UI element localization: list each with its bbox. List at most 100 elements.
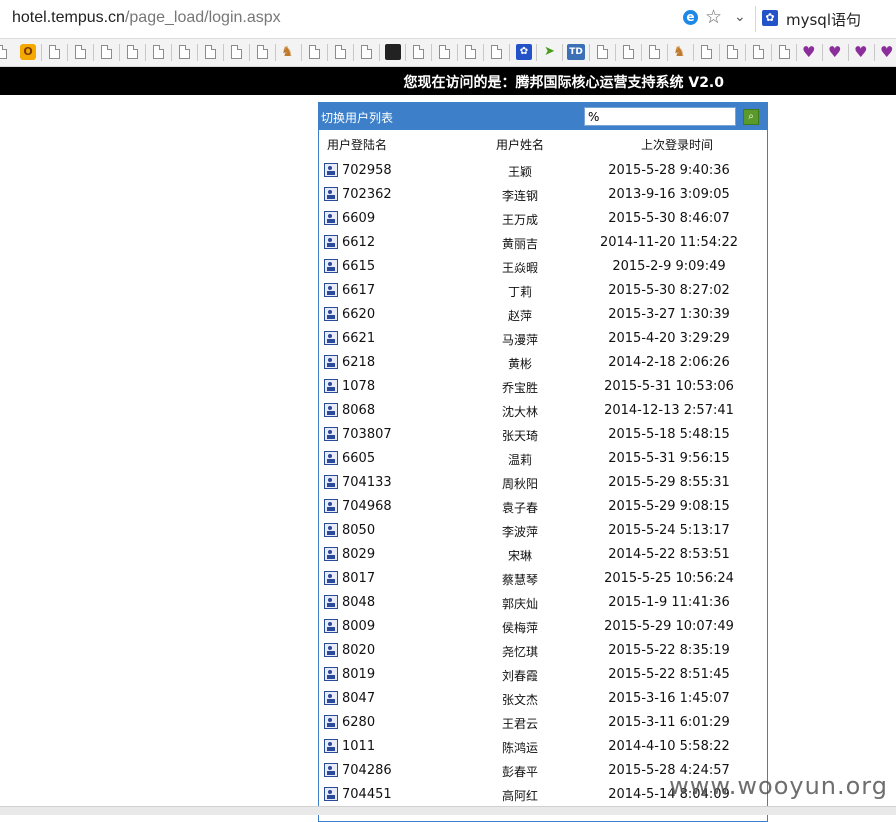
user-login[interactable]: 704451 <box>342 787 392 802</box>
user-icon[interactable] <box>324 571 338 585</box>
user-icon[interactable] <box>324 499 338 513</box>
user-login[interactable]: 8047 <box>342 691 375 706</box>
bookmark-page-icon[interactable] <box>465 45 476 59</box>
search-box[interactable]: mysql语句 <box>786 9 861 30</box>
table-row[interactable]: 8017 蔡慧琴 2015-5-25 10:56:24 <box>319 567 767 591</box>
user-filter-input[interactable] <box>584 107 736 126</box>
table-row[interactable]: 6617 丁莉 2015-5-30 8:27:02 <box>319 279 767 303</box>
bookmark-page-icon[interactable] <box>127 45 138 59</box>
user-icon[interactable] <box>324 163 338 177</box>
table-row[interactable]: 1011 陈鸿运 2014-4-10 5:58:22 <box>319 735 767 759</box>
table-row[interactable]: 8047 张文杰 2015-3-16 1:45:07 <box>319 687 767 711</box>
user-icon[interactable] <box>324 643 338 657</box>
user-icon[interactable] <box>324 475 338 489</box>
user-icon[interactable] <box>324 187 338 201</box>
bookmark-page-icon[interactable] <box>309 45 320 59</box>
user-login[interactable]: 6605 <box>342 451 375 466</box>
table-row[interactable]: 6615 王焱暇 2015-2-9 9:09:49 <box>319 255 767 279</box>
arrow-icon[interactable]: ➤ <box>544 44 560 60</box>
bookmark-page-icon[interactable] <box>597 45 608 59</box>
bookmark-page-icon[interactable] <box>361 45 372 59</box>
user-login[interactable]: 1011 <box>342 739 375 754</box>
user-login[interactable]: 704968 <box>342 499 392 514</box>
table-row[interactable]: 6612 黄丽吉 2014-11-20 11:54:22 <box>319 231 767 255</box>
table-row[interactable]: 6280 王君云 2015-3-11 6:01:29 <box>319 711 767 735</box>
user-login[interactable]: 8029 <box>342 547 375 562</box>
user-login[interactable]: 8048 <box>342 595 375 610</box>
user-login[interactable]: 6620 <box>342 307 375 322</box>
user-icon[interactable] <box>324 379 338 393</box>
user-icon[interactable] <box>324 211 338 225</box>
bookmark-page-icon[interactable] <box>231 45 242 59</box>
user-login[interactable]: 704286 <box>342 763 392 778</box>
chevron-down-icon[interactable]: ⌄ <box>734 9 746 25</box>
bookmark-page-icon[interactable] <box>153 45 164 59</box>
broken-heart-icon[interactable]: ♥ <box>854 44 870 60</box>
bookmark-page-icon[interactable] <box>49 45 60 59</box>
user-login[interactable]: 6609 <box>342 211 375 226</box>
table-row[interactable]: 704133 周秋阳 2015-5-29 8:55:31 <box>319 471 767 495</box>
bookmark-page-icon[interactable] <box>779 45 790 59</box>
user-login[interactable]: 702362 <box>342 187 392 202</box>
table-row[interactable]: 703807 张天琦 2015-5-18 5:48:15 <box>319 423 767 447</box>
user-icon[interactable] <box>324 787 338 801</box>
bookmark-page-icon[interactable] <box>75 45 86 59</box>
user-icon[interactable] <box>324 307 338 321</box>
paw-icon[interactable]: ✿ <box>762 10 778 26</box>
moose-icon[interactable]: ♞ <box>281 44 297 60</box>
bookmark-orange-icon[interactable]: O <box>20 44 36 60</box>
table-row[interactable]: 6218 黄彬 2014-2-18 2:06:26 <box>319 351 767 375</box>
table-row[interactable]: 1078 乔宝胜 2015-5-31 10:53:06 <box>319 375 767 399</box>
bookmark-page-icon[interactable] <box>701 45 712 59</box>
moose-icon[interactable]: ♞ <box>673 44 689 60</box>
user-icon[interactable] <box>324 451 338 465</box>
bookmark-page-icon[interactable] <box>0 45 7 59</box>
table-row[interactable]: 8020 尧忆琪 2015-5-22 8:35:19 <box>319 639 767 663</box>
user-login[interactable]: 8009 <box>342 619 375 634</box>
user-icon[interactable] <box>324 235 338 249</box>
user-icon[interactable] <box>324 739 338 753</box>
user-icon[interactable] <box>324 595 338 609</box>
user-login[interactable]: 6218 <box>342 355 375 370</box>
user-login[interactable]: 8017 <box>342 571 375 586</box>
bookmark-page-icon[interactable] <box>413 45 424 59</box>
user-login[interactable]: 8019 <box>342 667 375 682</box>
table-row[interactable]: 6620 赵萍 2015-3-27 1:30:39 <box>319 303 767 327</box>
bookmark-page-icon[interactable] <box>727 45 738 59</box>
user-icon[interactable] <box>324 403 338 417</box>
user-login[interactable]: 6615 <box>342 259 375 274</box>
td-icon[interactable]: TD <box>567 44 585 60</box>
user-login[interactable]: 6617 <box>342 283 375 298</box>
bookmark-page-icon[interactable] <box>205 45 216 59</box>
user-login[interactable]: 8068 <box>342 403 375 418</box>
user-login[interactable]: 703807 <box>342 427 392 442</box>
user-login[interactable]: 6280 <box>342 715 375 730</box>
bookmark-page-icon[interactable] <box>491 45 502 59</box>
user-icon[interactable] <box>324 667 338 681</box>
user-login[interactable]: 704133 <box>342 475 392 490</box>
bookmark-page-icon[interactable] <box>649 45 660 59</box>
user-icon[interactable] <box>324 355 338 369</box>
star-icon[interactable]: ☆ <box>705 6 722 28</box>
user-icon[interactable] <box>324 619 338 633</box>
table-row[interactable]: 8019 刘春霞 2015-5-22 8:51:45 <box>319 663 767 687</box>
table-row[interactable]: 704968 袁子春 2015-5-29 9:08:15 <box>319 495 767 519</box>
user-icon[interactable] <box>324 427 338 441</box>
table-row[interactable]: 8029 宋琳 2014-5-22 8:53:51 <box>319 543 767 567</box>
user-icon[interactable] <box>324 283 338 297</box>
bookmark-page-icon[interactable] <box>101 45 112 59</box>
bookmark-page-icon[interactable] <box>179 45 190 59</box>
bookmark-page-icon[interactable] <box>623 45 634 59</box>
user-icon[interactable] <box>324 523 338 537</box>
table-row[interactable]: 702362 李连钢 2013-9-16 3:09:05 <box>319 183 767 207</box>
table-row[interactable]: 6609 王万成 2015-5-30 8:46:07 <box>319 207 767 231</box>
user-icon[interactable] <box>324 331 338 345</box>
ie-icon[interactable]: e <box>683 10 698 25</box>
broken-heart-icon[interactable]: ♥ <box>828 44 844 60</box>
table-row[interactable]: 6605 温莉 2015-5-31 9:56:15 <box>319 447 767 471</box>
bookmark-page-icon[interactable] <box>753 45 764 59</box>
url-field[interactable]: hotel.tempus.cn/page_load/login.aspx <box>12 9 281 27</box>
dark-site-icon[interactable] <box>385 44 401 60</box>
table-row[interactable]: 8009 侯梅萍 2015-5-29 10:07:49 <box>319 615 767 639</box>
user-login[interactable]: 6612 <box>342 235 375 250</box>
